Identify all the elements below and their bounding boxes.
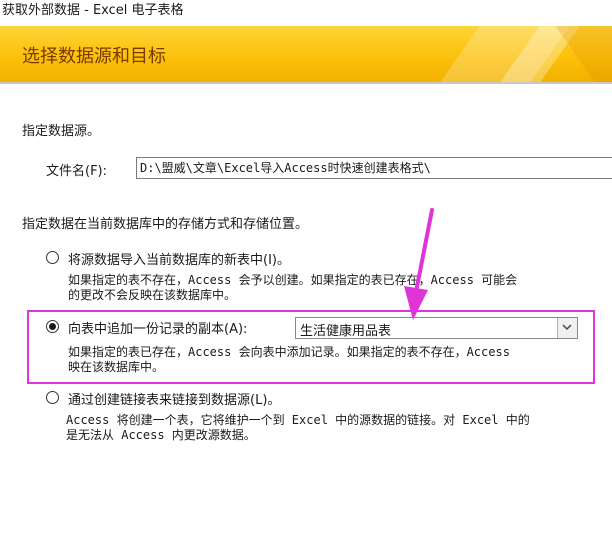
annotation-arrow-icon [404, 208, 434, 320]
